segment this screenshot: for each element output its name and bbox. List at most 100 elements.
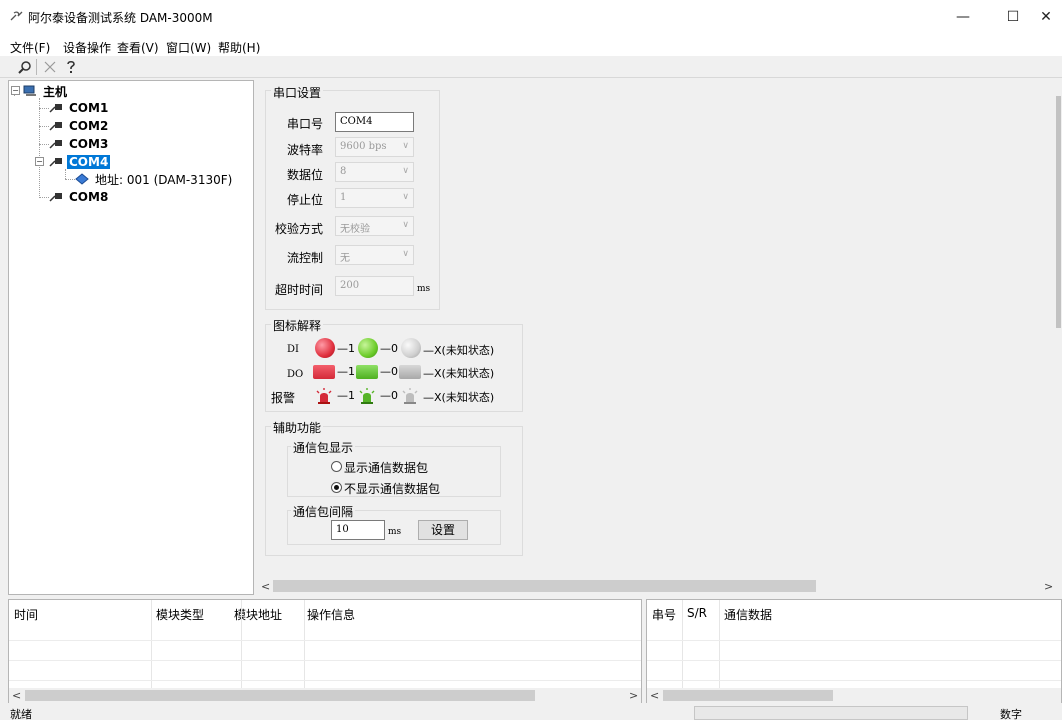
do-off-text: —0 — [380, 365, 398, 378]
chevron-down-icon: ∨ — [402, 192, 409, 202]
interval-input[interactable]: 10 — [331, 520, 385, 540]
menu-help[interactable]: 帮助(H) — [218, 39, 260, 56]
chevron-down-icon: ∨ — [402, 220, 409, 230]
parity-select[interactable]: 无校验 ∨ — [335, 216, 414, 236]
do-on-icon — [313, 365, 335, 379]
alarm-unknown-text: —X(未知状态) — [423, 391, 495, 404]
hide-packets-radio[interactable] — [331, 482, 342, 493]
status-ready: 就绪 — [10, 708, 32, 720]
do-off-icon — [356, 365, 378, 379]
tree-label-com3: COM3 — [69, 137, 109, 151]
stop-bits-select[interactable]: 1 ∨ — [335, 188, 414, 208]
packet-display-title: 通信包显示 — [291, 439, 356, 456]
close-window-button[interactable]: ✕ — [1030, 0, 1062, 34]
tree-label-com1: COM1 — [69, 101, 109, 115]
tree-item-com3[interactable]: COM3 — [49, 135, 110, 153]
packet-scroll-left-icon[interactable]: < — [650, 689, 659, 702]
flow-value: 无 — [340, 253, 350, 264]
tree-label-host: 主机 — [43, 84, 68, 99]
log-scroll-thumb[interactable] — [25, 690, 535, 701]
chevron-down-icon: ∨ — [402, 141, 409, 151]
di-off-text: —0 — [380, 342, 398, 355]
tree-label-com4: COM4 — [67, 155, 111, 169]
alarm-on-icon — [316, 388, 332, 404]
module-icon — [75, 173, 89, 185]
scroll-left-arrow-icon[interactable]: < — [261, 580, 270, 593]
port-input[interactable]: COM4 — [335, 112, 414, 132]
tree-item-com1[interactable]: COM1 — [49, 99, 110, 117]
log-col-operation[interactable]: 操作信息 — [307, 606, 355, 623]
tree-item-com8[interactable]: COM8 — [49, 188, 110, 206]
show-packets-label[interactable]: 显示通信数据包 — [344, 459, 428, 476]
log-col-time[interactable]: 时间 — [14, 606, 38, 623]
title-bar: 阿尔泰设备测试系统 DAM-3000M — ☐ ✕ — [0, 0, 1062, 34]
chevron-down-icon: ∨ — [402, 166, 409, 176]
settings-vertical-scroll-thumb[interactable] — [1056, 96, 1061, 328]
packet-table: 串号 S/R 通信数据 < — [646, 599, 1062, 703]
di-on-text: —1 — [337, 342, 355, 355]
menu-bar: 文件(F) 设备操作 查看(V) 窗口(W) 帮助(H) — [0, 34, 1062, 56]
stop-bits-label: 停止位 — [286, 193, 323, 207]
menu-view[interactable]: 查看(V) — [117, 39, 159, 56]
flow-select[interactable]: 无 ∨ — [335, 245, 414, 265]
packet-col-serial[interactable]: 串号 — [652, 606, 676, 623]
interval-unit: ms — [388, 527, 402, 537]
tree-item-com2[interactable]: COM2 — [49, 117, 110, 135]
collapse-com4-toggle[interactable]: − — [35, 157, 44, 166]
baud-label: 波特率 — [286, 143, 323, 157]
alarm-on-text: —1 — [337, 389, 355, 402]
do-on-text: —1 — [337, 365, 355, 378]
packet-col-data[interactable]: 通信数据 — [724, 606, 772, 623]
legend-do-label: DO — [287, 369, 304, 380]
do-unknown-text: —X(未知状态) — [423, 367, 495, 380]
do-unknown-icon — [399, 365, 421, 379]
log-table: 时间 模块类型 模块地址 操作信息 < > — [8, 599, 642, 703]
tree-item-host[interactable]: 主机 — [23, 82, 69, 100]
packet-col-sr[interactable]: S/R — [687, 606, 707, 620]
chevron-down-icon: ∨ — [402, 249, 409, 259]
serial-port-icon — [49, 122, 62, 131]
minimize-button[interactable]: — — [940, 0, 986, 34]
log-col-module-type[interactable]: 模块类型 — [156, 606, 204, 623]
menu-window[interactable]: 窗口(W) — [166, 39, 211, 56]
packet-scroll-thumb[interactable] — [663, 690, 833, 701]
status-bar: 就绪 数字 — [0, 704, 1062, 720]
show-packets-radio[interactable] — [331, 461, 342, 472]
parity-label: 校验方式 — [274, 222, 323, 236]
alarm-off-text: —0 — [380, 389, 398, 402]
computer-icon — [23, 85, 36, 96]
help-icon[interactable] — [62, 58, 80, 76]
settings-horizontal-scroll-thumb[interactable] — [273, 580, 816, 592]
log-scroll-left-icon[interactable]: < — [12, 689, 21, 702]
di-unknown-text: —X(未知状态) — [423, 344, 495, 357]
data-bits-select[interactable]: 8 ∨ — [335, 162, 414, 182]
tree-label-com8: COM8 — [69, 190, 109, 204]
tree-item-device[interactable]: 地址: 001 (DAM-3130F) — [75, 170, 234, 188]
hide-packets-label[interactable]: 不显示通信数据包 — [344, 480, 440, 497]
tree-label-com2: COM2 — [69, 119, 109, 133]
scroll-right-arrow-icon[interactable]: > — [1044, 580, 1053, 593]
log-scroll-right-icon[interactable]: > — [629, 689, 638, 702]
set-button[interactable]: 设置 — [418, 520, 468, 540]
alarm-unknown-icon — [402, 388, 418, 404]
menu-device-ops[interactable]: 设备操作 — [63, 39, 111, 56]
close-icon[interactable] — [41, 58, 59, 76]
tree-item-com4[interactable]: COM4 — [49, 153, 111, 171]
baud-value: 9600 bps — [340, 141, 387, 152]
packet-interval-title: 通信包间隔 — [291, 503, 356, 520]
collapse-root-toggle[interactable]: − — [11, 86, 20, 95]
tree-label-device: 地址: 001 (DAM-3130F) — [95, 172, 233, 187]
timeout-input[interactable]: 200 — [335, 276, 414, 296]
search-icon[interactable] — [16, 58, 34, 76]
toolbar — [0, 56, 1062, 78]
data-bits-value: 8 — [340, 166, 347, 177]
serial-settings-title: 串口设置 — [271, 84, 324, 101]
legend-di-label: DI — [287, 344, 299, 355]
port-label: 串口号 — [286, 117, 323, 131]
di-unknown-icon — [401, 338, 421, 358]
aux-title: 辅助功能 — [271, 419, 324, 436]
menu-file[interactable]: 文件(F) — [10, 39, 50, 56]
stop-bits-value: 1 — [340, 192, 347, 203]
parity-value: 无校验 — [340, 224, 370, 235]
baud-select[interactable]: 9600 bps ∨ — [335, 137, 414, 157]
